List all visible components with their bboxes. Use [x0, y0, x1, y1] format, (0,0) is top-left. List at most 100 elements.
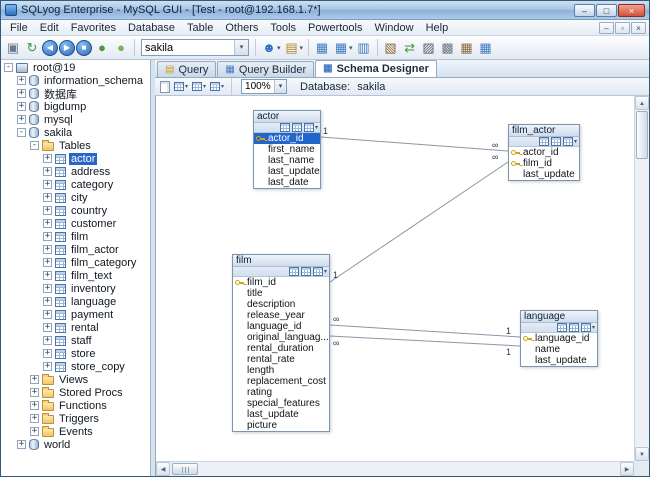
field-title[interactable]: title [233, 288, 329, 299]
chevron-down-icon[interactable]: ▾ [277, 44, 281, 52]
tree-item-functions[interactable]: +Functions [1, 399, 150, 412]
expand-icon[interactable]: + [30, 401, 39, 410]
tree-item-数据库[interactable]: +数据库 [1, 87, 150, 100]
tree-item-payment[interactable]: +payment [1, 308, 150, 321]
vertical-scrollbar[interactable]: ▲ ▼ [634, 96, 649, 461]
field-rental_duration[interactable]: rental_duration [233, 343, 329, 354]
field-language_id[interactable]: language_id [521, 333, 597, 344]
menu-item-favorites[interactable]: Favorites [65, 21, 122, 35]
tree-item-customer[interactable]: +customer [1, 217, 150, 230]
scroll-right-button[interactable]: ▶ [620, 462, 634, 476]
field-actor_id[interactable]: actor_id [509, 147, 579, 158]
export-data-icon[interactable]: ▥ [355, 39, 373, 57]
maximize-button[interactable]: □ [596, 4, 617, 17]
expand-icon[interactable]: + [43, 271, 52, 280]
expand-icon[interactable]: + [43, 245, 52, 254]
field-language_id[interactable]: language_id [233, 321, 329, 332]
menu-item-others[interactable]: Others [219, 21, 264, 35]
tree-item-rental[interactable]: +rental [1, 321, 150, 334]
forward-icon[interactable]: ▶ [59, 40, 75, 56]
copy-database-icon[interactable]: ▧ [382, 39, 400, 57]
diagram-table-film_actor[interactable]: film_actor▾actor_idfilm_idlast_update [508, 124, 580, 181]
expand-icon[interactable]: + [43, 167, 52, 176]
table-menu-button[interactable]: ▾ [563, 137, 577, 146]
vertical-scroll-thumb[interactable] [636, 111, 648, 159]
field-name[interactable]: name [521, 344, 597, 355]
expand-icon[interactable]: + [17, 115, 26, 124]
tree-item-events[interactable]: +Events [1, 425, 150, 438]
expand-icon[interactable]: + [43, 336, 52, 345]
tree-item-sakila[interactable]: -sakila [1, 126, 150, 139]
table-indexes-button[interactable] [292, 123, 302, 132]
diagram-table-film[interactable]: film▾film_idtitledescriptionrelease_year… [232, 254, 330, 432]
expand-icon[interactable]: + [17, 102, 26, 111]
menu-item-powertools[interactable]: Powertools [302, 21, 368, 35]
expand-icon[interactable]: + [17, 440, 26, 449]
tree-item-triggers[interactable]: +Triggers [1, 412, 150, 425]
tree-item-city[interactable]: +city [1, 191, 150, 204]
tab-query[interactable]: ▤Query [157, 61, 216, 77]
diagram-table-actor[interactable]: actor▾actor_idfirst_namelast_namelast_up… [253, 110, 321, 189]
tree-item-actor[interactable]: +actor [1, 152, 150, 165]
tab-schema-designer[interactable]: ▦Schema Designer [315, 60, 437, 77]
close-button[interactable]: × [618, 4, 645, 17]
menu-item-tools[interactable]: Tools [264, 21, 302, 35]
user-manager-icon[interactable]: ☻ [260, 39, 278, 57]
menu-item-file[interactable]: File [4, 21, 34, 35]
tree-item-inventory[interactable]: +inventory [1, 282, 150, 295]
tree-item-film[interactable]: +film [1, 230, 150, 243]
tree-item-bigdump[interactable]: +bigdump [1, 100, 150, 113]
expand-icon[interactable]: + [43, 349, 52, 358]
minimize-button[interactable]: – [574, 4, 595, 17]
expand-icon[interactable]: + [43, 206, 52, 215]
chevron-down-icon[interactable]: ▾ [274, 80, 286, 93]
expand-icon[interactable]: + [43, 180, 52, 189]
field-special_features[interactable]: special_features [233, 398, 329, 409]
table-indexes-button[interactable] [569, 323, 579, 332]
query-profiler-icon[interactable]: ▩ [439, 39, 457, 57]
menu-item-edit[interactable]: Edit [34, 21, 65, 35]
tree-item-stored-procs[interactable]: +Stored Procs [1, 386, 150, 399]
tree-item-category[interactable]: +category [1, 178, 150, 191]
refresh-object-browser-icon[interactable]: ● [112, 39, 130, 57]
expand-icon[interactable]: + [43, 232, 52, 241]
import-external-data-icon[interactable]: ▦ [332, 39, 350, 57]
database-combo[interactable]: sakila▾ [141, 39, 249, 56]
horizontal-scroll-thumb[interactable] [172, 463, 198, 475]
expand-icon[interactable]: + [43, 297, 52, 306]
tree-item-store[interactable]: +store [1, 347, 150, 360]
field-last_date[interactable]: last_date [254, 177, 320, 188]
collapse-icon[interactable]: - [17, 128, 26, 137]
tree-item-film_category[interactable]: +film_category [1, 256, 150, 269]
expand-icon[interactable]: + [17, 89, 26, 98]
horizontal-scrollbar[interactable]: ◀ ▶ [156, 461, 634, 476]
scroll-up-button[interactable]: ▲ [635, 96, 649, 110]
designer-canvas[interactable]: 1∞1∞∞1∞1actor▾actor_idfirst_namelast_nam… [156, 96, 634, 461]
expand-icon[interactable]: + [43, 258, 52, 267]
expand-icon[interactable]: + [43, 310, 52, 319]
relationship-line[interactable] [330, 325, 520, 337]
database-sync-icon[interactable]: ⇄ [401, 39, 419, 57]
field-first_name[interactable]: first_name [254, 144, 320, 155]
expand-icon[interactable]: + [43, 362, 52, 371]
field-last_update[interactable]: last_update [521, 355, 597, 366]
table-options-button[interactable]: ▾ [210, 82, 224, 91]
field-last_update[interactable]: last_update [254, 166, 320, 177]
new-schema-button[interactable] [160, 81, 170, 93]
table-indexes-button[interactable] [301, 267, 311, 276]
field-film_id[interactable]: film_id [233, 277, 329, 288]
expand-icon[interactable]: + [43, 154, 52, 163]
expand-icon[interactable]: + [43, 219, 52, 228]
field-film_id[interactable]: film_id [509, 158, 579, 169]
table-fields-button[interactable] [539, 137, 549, 146]
calculator-icon[interactable]: ▦ [458, 39, 476, 57]
scroll-down-button[interactable]: ▼ [635, 447, 649, 461]
tree-item-tables[interactable]: -Tables [1, 139, 150, 152]
schema-designer-toolbar-icon[interactable]: ▦ [477, 39, 495, 57]
field-last_name[interactable]: last_name [254, 155, 320, 166]
expand-icon[interactable]: + [43, 323, 52, 332]
diagram-table-title[interactable]: actor [254, 111, 320, 123]
relationship-line[interactable] [330, 162, 508, 282]
tree-item-views[interactable]: +Views [1, 373, 150, 386]
collapse-icon[interactable]: - [4, 63, 13, 72]
